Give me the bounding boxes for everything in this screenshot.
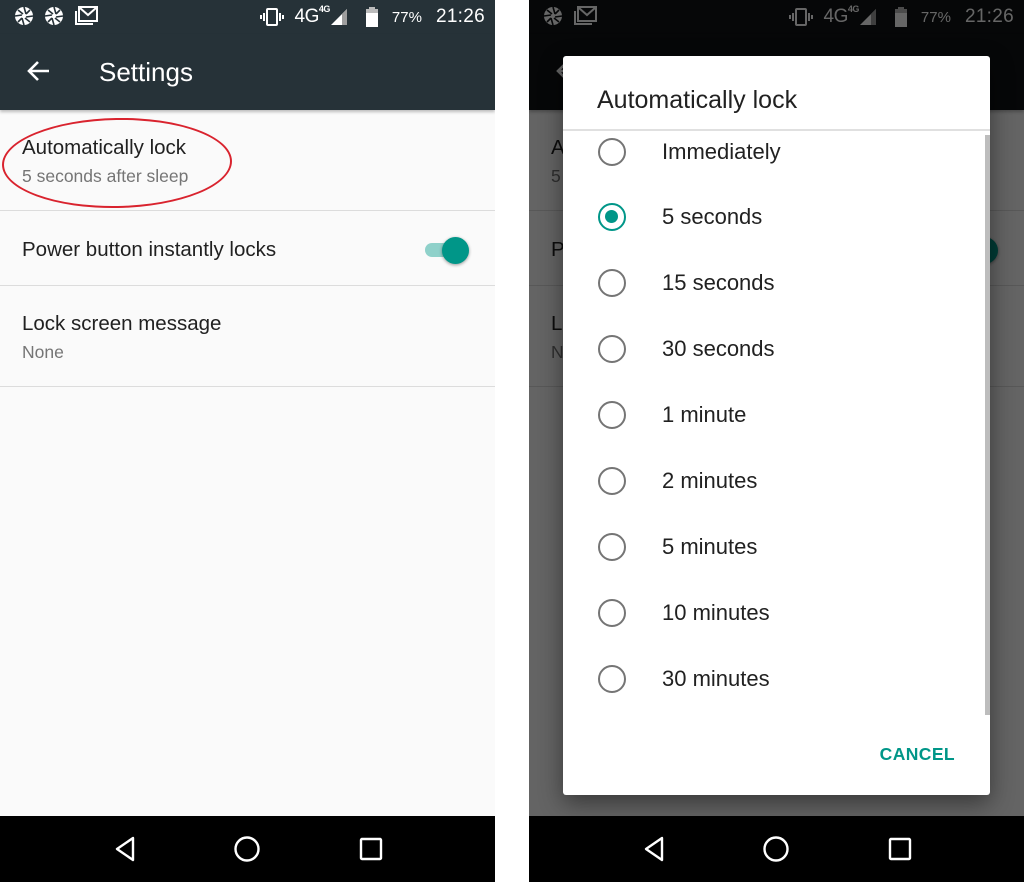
option-list: Immediately 5 seconds 15 seconds 30 seconds…: [563, 130, 990, 714]
option-item[interactable]: 1 minute: [563, 384, 990, 450]
vibrate-icon: [259, 8, 284, 26]
radio-unchecked[interactable]: [598, 665, 626, 693]
option-item[interactable]: 2 minutes: [563, 450, 990, 516]
option-label: 5 minutes: [662, 534, 758, 559]
clock: 21:26: [435, 6, 485, 27]
option-label: 1 minute: [662, 402, 747, 427]
option-item[interactable]: 30 minutes: [563, 648, 990, 714]
camera-shutter-icon: [14, 6, 34, 26]
option-item[interactable]: 5 seconds: [563, 186, 990, 252]
navigation-bar: [0, 816, 495, 882]
option-item[interactable]: 15 seconds: [563, 252, 990, 318]
cancel-button[interactable]: CANCEL: [878, 742, 957, 767]
status-bar: 4G4G 77% 21:26: [0, 0, 495, 34]
dialog-scrollbar[interactable]: [985, 135, 990, 715]
nav-back-icon[interactable]: [640, 834, 670, 864]
option-label: 10 minutes: [662, 600, 770, 625]
settings-screen-with-dialog: 4G4G 77% 21:26 A 5 P L N Automatically l…: [529, 0, 1024, 882]
option-label: 30 minutes: [662, 666, 770, 691]
dialog-title: Automatically lock: [597, 86, 798, 114]
page-title: Settings: [99, 57, 193, 87]
arrow-back-icon[interactable]: [22, 54, 56, 88]
settings-list: Automatically lock 5 seconds after sleep…: [0, 110, 495, 387]
radio-unchecked[interactable]: [598, 599, 626, 627]
setting-automatically-lock[interactable]: Automatically lock 5 seconds after sleep: [0, 110, 495, 211]
nav-home-icon[interactable]: [232, 834, 262, 864]
setting-subtitle: None: [22, 342, 64, 362]
option-label: 30 seconds: [662, 336, 775, 361]
setting-title: Automatically lock: [22, 136, 187, 159]
option-label: 2 minutes: [662, 468, 758, 493]
settings-screen: 4G4G 77% 21:26 Settings Automatically lo…: [0, 0, 495, 882]
signal-icon: [330, 9, 347, 25]
radio-unchecked[interactable]: [598, 533, 626, 561]
option-label: Immediately: [662, 139, 781, 164]
option-item[interactable]: Immediately: [563, 126, 990, 186]
nav-recents-icon[interactable]: [885, 834, 915, 864]
camera-shutter-icon: [44, 6, 64, 26]
option-label: 15 seconds: [662, 270, 775, 295]
option-item[interactable]: 10 minutes: [563, 582, 990, 648]
nav-home-icon[interactable]: [761, 834, 791, 864]
toggle-thumb: [442, 237, 469, 264]
radio-unchecked[interactable]: [598, 138, 626, 166]
radio-unchecked[interactable]: [598, 401, 626, 429]
app-toolbar: Settings: [0, 34, 495, 110]
radio-unchecked[interactable]: [598, 269, 626, 297]
setting-lock-screen-message[interactable]: Lock screen message None: [0, 286, 495, 387]
setting-title: Lock screen message: [22, 312, 222, 335]
radio-checked[interactable]: [598, 203, 626, 231]
navigation-bar: [529, 816, 1024, 882]
option-label: 5 seconds: [662, 204, 763, 229]
option-item[interactable]: 5 minutes: [563, 516, 990, 582]
power-button-toggle[interactable]: [425, 237, 469, 264]
battery-percent: 77%: [391, 8, 422, 26]
nav-back-icon[interactable]: [111, 834, 141, 864]
auto-lock-dialog: Automatically lock Immediately 5 seconds 1…: [563, 56, 990, 795]
setting-subtitle: 5 seconds after sleep: [22, 166, 189, 186]
option-item[interactable]: 30 seconds: [563, 318, 990, 384]
radio-unchecked[interactable]: [598, 335, 626, 363]
network-type: 4G4G: [294, 3, 331, 27]
highlight-annotation: [1, 115, 233, 211]
setting-title: Power button instantly locks: [22, 238, 277, 261]
battery-icon: [365, 7, 378, 27]
radio-unchecked[interactable]: [598, 467, 626, 495]
nav-recents-icon[interactable]: [356, 834, 386, 864]
gmail-icon: [75, 6, 98, 25]
setting-power-button-locks[interactable]: Power button instantly locks: [0, 211, 495, 286]
